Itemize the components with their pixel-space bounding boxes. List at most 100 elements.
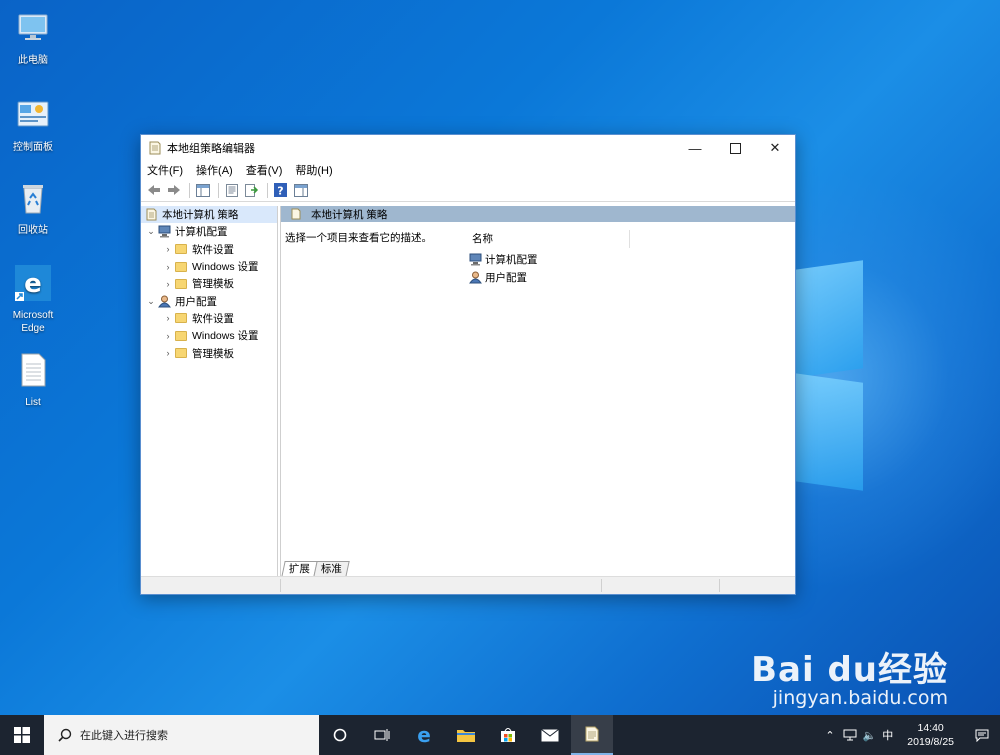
status-divider [601,579,602,592]
desktop-icon-this-pc[interactable]: 此电脑 [3,10,63,67]
computer-config-icon [469,253,482,266]
forward-arrow-icon [167,185,180,195]
desktop-icon-edge[interactable]: e Microsoft Edge [3,265,63,335]
volume-icon[interactable]: 🔈 [863,729,877,742]
desktop-icon-label: 此电脑 [18,55,48,66]
desktop-icon-label: 控制面板 [13,142,53,153]
tree-item-windows-settings[interactable]: › Windows 设置 [141,258,277,275]
taskbar-edge[interactable]: e [403,715,445,755]
chevron-right-icon[interactable]: › [161,262,175,272]
taskbar-gpedit[interactable] [571,715,613,755]
clock-time: 14:40 [917,722,944,734]
tree-item-label: 用户配置 [175,295,217,308]
help-button[interactable]: ? [272,182,289,199]
status-bar [141,576,795,594]
view-tabs: 扩展 标准 [281,561,350,577]
clock[interactable]: 14:40 2019/8/25 [907,721,954,749]
control-panel-icon [17,101,49,127]
this-pc-icon [18,14,48,40]
console-tree: 本地计算机 策略 ⌄ 计算机配置 › 软件设置 › Windows 设置 › 管… [141,206,278,577]
folder-icon [175,313,187,324]
task-view-button[interactable] [361,715,403,755]
network-icon[interactable] [843,729,857,741]
back-button[interactable] [145,182,162,199]
toolbar-separator [218,182,219,198]
tree-item-computer-config[interactable]: ⌄ 计算机配置 [141,223,277,240]
tree-item-windows-settings[interactable]: › Windows 设置 [141,327,277,344]
folder-icon [175,244,187,255]
tree-item-label: Windows 设置 [192,330,259,343]
computer-config-icon [158,225,171,238]
desktop-icon-control-panel[interactable]: 控制面板 [3,97,63,154]
chevron-right-icon[interactable]: › [161,279,175,289]
details-list: 计算机配置 用户配置 [469,250,538,287]
properties-button[interactable] [223,182,240,199]
chevron-right-icon[interactable]: › [161,244,175,254]
chevron-down-icon[interactable]: ⌄ [144,226,158,237]
menu-action[interactable]: 操作(A) [196,162,233,178]
list-item-user-config[interactable]: 用户配置 [469,269,538,288]
desktop-icon-list[interactable]: List [3,352,63,409]
export-icon [244,183,258,197]
export-list-button[interactable] [243,182,260,199]
forward-button[interactable] [165,182,182,199]
show-hide-tree-button[interactable] [194,182,211,199]
taskbar-file-explorer[interactable] [445,715,487,755]
text-file-icon [21,353,46,387]
chevron-right-icon[interactable]: › [161,348,175,358]
maximize-button[interactable] [715,135,755,161]
maximize-icon [729,142,741,154]
tab-label: 标准 [320,563,342,575]
tree-item-user-config[interactable]: ⌄ 用户配置 [141,292,277,309]
policy-icon [149,141,161,155]
tree-item-software-settings[interactable]: › 软件设置 [141,241,277,258]
watermark-url: jingyan.baidu.com [772,687,948,709]
action-center-button[interactable] [964,715,1000,755]
status-divider [719,579,720,592]
tray-expand-icon[interactable]: ⌃ [825,729,834,742]
start-button[interactable] [0,715,44,755]
taskbar-mail[interactable] [529,715,571,755]
action-pane-button[interactable] [292,182,309,199]
back-arrow-icon [147,185,160,195]
user-config-icon [158,295,171,308]
console-tree-icon [195,183,210,197]
gpedit-window[interactable]: 本地组策略编辑器 — ✕ 文件(F) 操作(A) 查看(V) 帮助(H) ? 本… [140,134,796,595]
clock-date: 2019/8/25 [907,736,954,748]
window-titlebar[interactable]: 本地组策略编辑器 — ✕ [141,135,795,161]
menu-view[interactable]: 查看(V) [246,162,283,178]
taskbar-search[interactable]: 在此键入进行搜索 [44,715,319,755]
chevron-right-icon[interactable]: › [161,313,175,323]
tab-standard[interactable]: 标准 [313,561,350,577]
input-method-indicator[interactable]: 中 [882,727,893,743]
desktop-icon-recycle-bin[interactable]: 回收站 [3,180,63,237]
tree-item-label: 本地计算机 策略 [162,209,239,222]
system-tray: ⌃ 🔈 中 14:40 2019/8/25 [825,715,1000,755]
tree-item-local-policy[interactable]: 本地计算机 策略 [141,206,277,224]
tab-extended[interactable]: 扩展 [281,561,318,577]
policy-icon [291,208,301,220]
windows-logo-pane [795,373,863,491]
task-view-icon [374,729,390,741]
list-item-label: 计算机配置 [485,253,538,266]
toolbar: ? [141,179,795,202]
column-header-name[interactable]: 名称 [466,230,630,248]
toolbar-separator [189,182,190,198]
menu-bar: 文件(F) 操作(A) 查看(V) 帮助(H) [141,161,795,179]
svg-text:?: ? [277,185,283,198]
menu-help[interactable]: 帮助(H) [295,162,332,178]
tree-item-label: 计算机配置 [175,226,228,239]
taskbar-store[interactable] [487,715,529,755]
tree-item-admin-templates[interactable]: › 管理模板 [141,275,277,292]
chevron-right-icon[interactable]: › [161,331,175,341]
minimize-button[interactable]: — [675,135,715,161]
chevron-down-icon[interactable]: ⌄ [144,296,158,307]
menu-file[interactable]: 文件(F) [147,162,183,178]
tree-item-software-settings[interactable]: › 软件设置 [141,310,277,327]
details-header: 本地计算机 策略 [281,206,795,222]
cortana-button[interactable] [319,715,361,755]
taskbar: 在此键入进行搜索 e ⌃ 🔈 中 14:40 2019/8/25 [0,715,1000,755]
close-button[interactable]: ✕ [755,135,795,161]
list-item-computer-config[interactable]: 计算机配置 [469,250,538,269]
tree-item-admin-templates[interactable]: › 管理模板 [141,344,277,361]
